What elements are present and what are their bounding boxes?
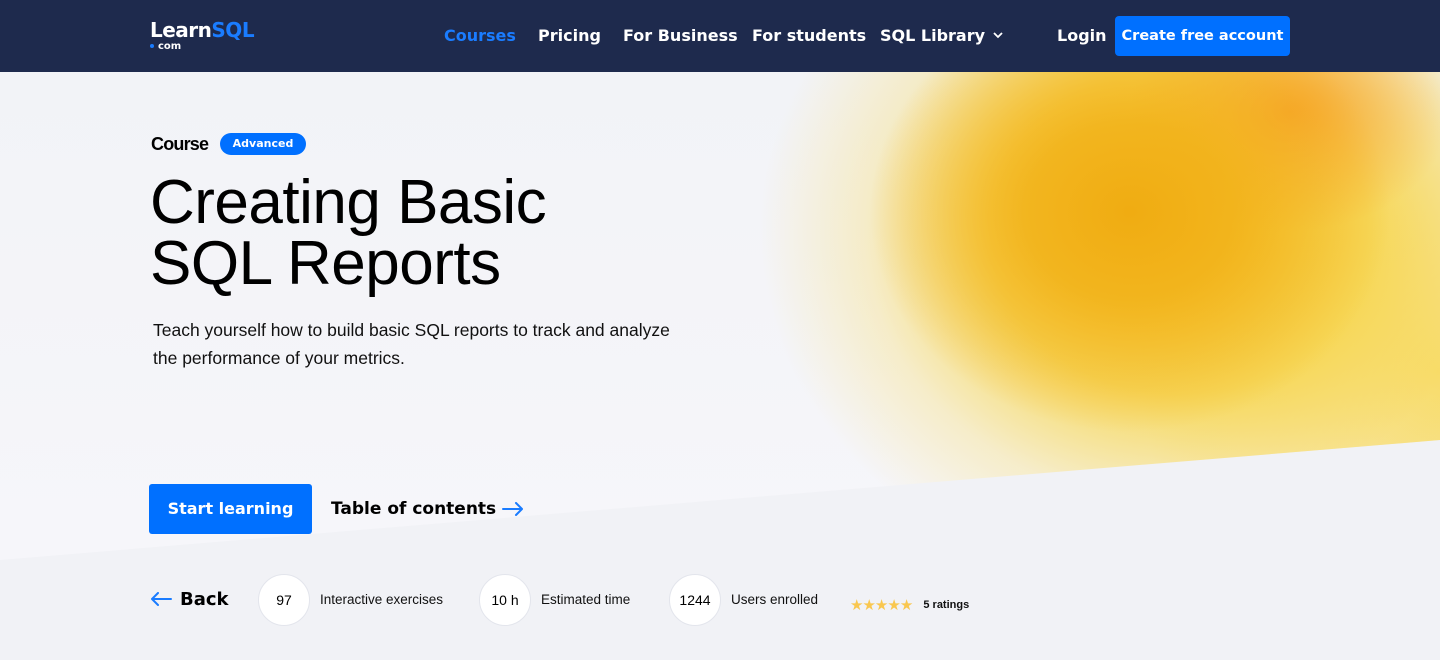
- arrow-left-icon: [151, 592, 172, 606]
- star-icon: ★: [862, 596, 875, 614]
- table-of-contents-label: Table of contents: [331, 499, 497, 519]
- start-learning-button[interactable]: Start learning: [149, 484, 312, 534]
- chevron-down-icon: [993, 27, 1003, 47]
- star-icon: ★: [874, 596, 888, 614]
- logo-domain: com: [150, 41, 181, 53]
- content-type-label: Course: [151, 134, 209, 154]
- stat-users-enrolled-label: Users enrolled: [731, 592, 819, 607]
- back-label: Back: [180, 589, 229, 610]
- nav-item-for-business[interactable]: For Business: [623, 26, 738, 46]
- stat-exercises-value: 97: [258, 574, 310, 626]
- stat-estimated-time-value: 10 h: [479, 574, 531, 626]
- course-title-line-1: Creating Basic: [150, 168, 547, 237]
- learnsql-logo[interactable]: LearnSQL com: [150, 19, 260, 55]
- table-of-contents-link[interactable]: Table of contents: [331, 498, 524, 520]
- create-free-account-button[interactable]: Create free account: [1115, 16, 1290, 56]
- course-rating[interactable]: ★★★★★ 5 ratings: [850, 594, 969, 614]
- nav-item-for-students[interactable]: For students: [752, 26, 866, 46]
- star-icon: ★: [850, 596, 863, 614]
- logo-text-accent: SQL: [211, 18, 255, 42]
- course-title: Creating Basic SQL Reports: [150, 172, 750, 295]
- back-link[interactable]: Back: [150, 589, 229, 611]
- stat-exercises-label: Interactive exercises: [320, 592, 444, 607]
- nav-item-pricing[interactable]: Pricing: [538, 26, 601, 46]
- rating-stars: ★★★★★: [850, 595, 913, 614]
- course-title-line-2: SQL Reports: [150, 229, 501, 298]
- nav-item-sql-library-label: SQL Library: [880, 26, 986, 45]
- login-link[interactable]: Login: [1057, 26, 1107, 46]
- star-icon: ★: [899, 596, 913, 614]
- logo-text-main: Learn: [150, 18, 212, 42]
- arrow-right-icon: [502, 502, 524, 516]
- logo-dot-icon: [150, 44, 154, 48]
- rating-count: 5 ratings: [923, 598, 970, 611]
- stat-users-enrolled-value: 1244: [669, 574, 721, 626]
- star-icon: ★: [887, 596, 900, 614]
- logo-wordmark: LearnSQL: [150, 18, 255, 42]
- level-badge: Advanced: [220, 133, 306, 155]
- nav-item-sql-library[interactable]: SQL Library: [880, 26, 1003, 47]
- logo-domain-text: com: [158, 41, 182, 52]
- stat-estimated-time-label: Estimated time: [541, 592, 631, 607]
- nav-item-courses[interactable]: Courses: [444, 26, 516, 46]
- top-navigation-bar: LearnSQL com Courses Pricing For Busines…: [0, 0, 1440, 72]
- course-description: Teach yourself how to build basic SQL re…: [153, 320, 670, 368]
